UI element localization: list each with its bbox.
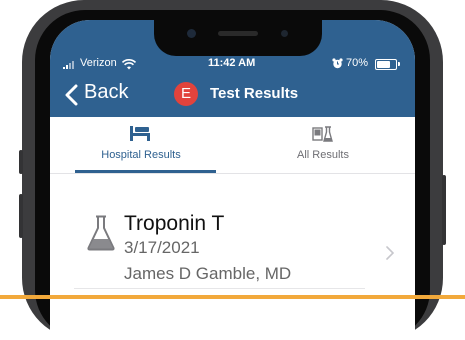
list-item-result[interactable]: Troponin T 3/17/2021 James D Gamble, MD [50, 180, 415, 305]
hospital-bed-icon [130, 126, 150, 141]
result-test-name: Troponin T [124, 212, 225, 235]
phone-notch [154, 20, 322, 56]
carrier-name: Verizon [80, 57, 117, 69]
tab-hospital-results-label: Hospital Results [101, 149, 181, 161]
battery-icon [375, 59, 397, 70]
phone-side-button-right [442, 175, 446, 245]
lab-results-icon [312, 126, 333, 142]
back-button[interactable]: Back [84, 81, 128, 104]
phone-side-button-left [19, 150, 23, 174]
status-time: 11:42 AM [208, 57, 256, 69]
front-camera [187, 29, 196, 38]
battery-percentage: 70% [346, 57, 369, 69]
patient-avatar[interactable]: E [174, 82, 198, 106]
tab-all-results[interactable]: All Results [232, 120, 414, 168]
earpiece-speaker [218, 31, 258, 36]
chevron-right-icon [386, 246, 394, 260]
result-date: 3/17/2021 [124, 238, 200, 257]
tab-all-results-label: All Results [297, 149, 349, 161]
battery-tip [398, 62, 400, 66]
result-doctor: James D Gamble, MD [124, 264, 292, 283]
back-chevron-icon[interactable] [64, 84, 78, 106]
row-divider [74, 288, 365, 289]
wifi-icon [122, 59, 136, 70]
accent-bar [0, 295, 465, 299]
phone-screen: Verizon 11:42 AM 70% Back E Test Results… [50, 20, 415, 340]
page-title: Test Results [210, 85, 299, 102]
phone-side-button-left-lower [19, 194, 23, 238]
proximity-sensor [281, 30, 288, 37]
alarm-icon [332, 58, 343, 69]
battery-fill [377, 61, 390, 68]
flask-icon [87, 215, 115, 251]
tab-divider [50, 173, 415, 174]
cellular-signal-icon [63, 61, 77, 69]
tab-hospital-results[interactable]: Hospital Results [50, 120, 232, 168]
